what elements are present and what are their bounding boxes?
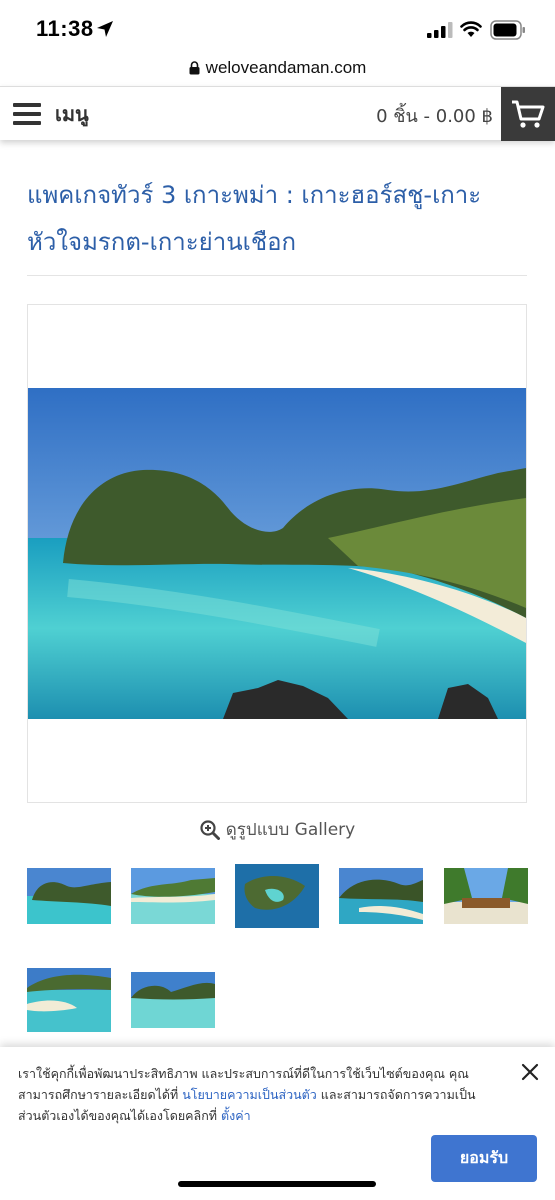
- privacy-policy-link[interactable]: นโยบายความเป็นส่วนตัว: [182, 1087, 317, 1102]
- location-arrow-icon: [97, 21, 113, 37]
- zoom-in-icon: [200, 819, 220, 840]
- title-divider: [27, 275, 527, 276]
- title-line-1: แพคเกจทัวร์ 3 เกาะพม่า : เกาะฮอร์สชู-เกา…: [27, 181, 482, 209]
- thumbnail-4[interactable]: [339, 868, 423, 924]
- close-icon[interactable]: [520, 1062, 540, 1082]
- cookie-message: เราใช้คุกกี้เพื่อพัฒนาประสิทธิภาพ และประ…: [18, 1063, 498, 1126]
- thumbnail-3[interactable]: [235, 864, 319, 928]
- cookie-settings-link[interactable]: ตั้งค่า: [221, 1108, 251, 1123]
- cart-button[interactable]: [501, 87, 555, 141]
- url-text: weloveandaman.com: [205, 58, 367, 77]
- accept-button[interactable]: ยอมรับ: [431, 1135, 537, 1182]
- cart-summary[interactable]: 0 ชิ้น - 0.00 ฿: [376, 101, 493, 130]
- menu-button[interactable]: เมนู: [13, 97, 89, 131]
- battery-icon: [490, 20, 525, 40]
- hamburger-icon: [13, 103, 41, 125]
- home-indicator[interactable]: [178, 1181, 376, 1187]
- status-time: 11:38: [36, 16, 94, 41]
- cookie-banner: เราใช้คุกกี้เพื่อพัฒนาประสิทธิภาพ และประ…: [0, 1047, 555, 1200]
- gallery-link-label: ดูรูปแบบ Gallery: [225, 820, 356, 840]
- main-product-image[interactable]: [28, 388, 526, 719]
- thumbnail-1[interactable]: [27, 868, 111, 924]
- status-bar: 11:38: [0, 0, 555, 56]
- thumbnail-2[interactable]: [131, 868, 215, 924]
- wifi-icon: [460, 21, 482, 37]
- site-header: เมนู 0 ชิ้น - 0.00 ฿: [0, 86, 555, 141]
- main-image-frame[interactable]: [27, 304, 527, 803]
- menu-label: เมนู: [55, 102, 89, 126]
- cart-icon: [512, 100, 545, 128]
- gallery-link[interactable]: ดูรูปแบบ Gallery: [0, 816, 555, 843]
- title-line-2: หัวใจมรกต-เกาะย่านเชือก: [27, 228, 297, 256]
- thumbnail-6[interactable]: [27, 968, 111, 1032]
- page-title: แพคเกจทัวร์ 3 เกาะพม่า : เกาะฮอร์สชู-เกา…: [27, 172, 527, 266]
- thumbnail-5[interactable]: [444, 868, 528, 924]
- cellular-signal-icon: [427, 22, 453, 38]
- lock-icon: [189, 61, 200, 75]
- thumbnail-7[interactable]: [131, 972, 215, 1028]
- address-bar[interactable]: weloveandaman.com: [0, 56, 555, 86]
